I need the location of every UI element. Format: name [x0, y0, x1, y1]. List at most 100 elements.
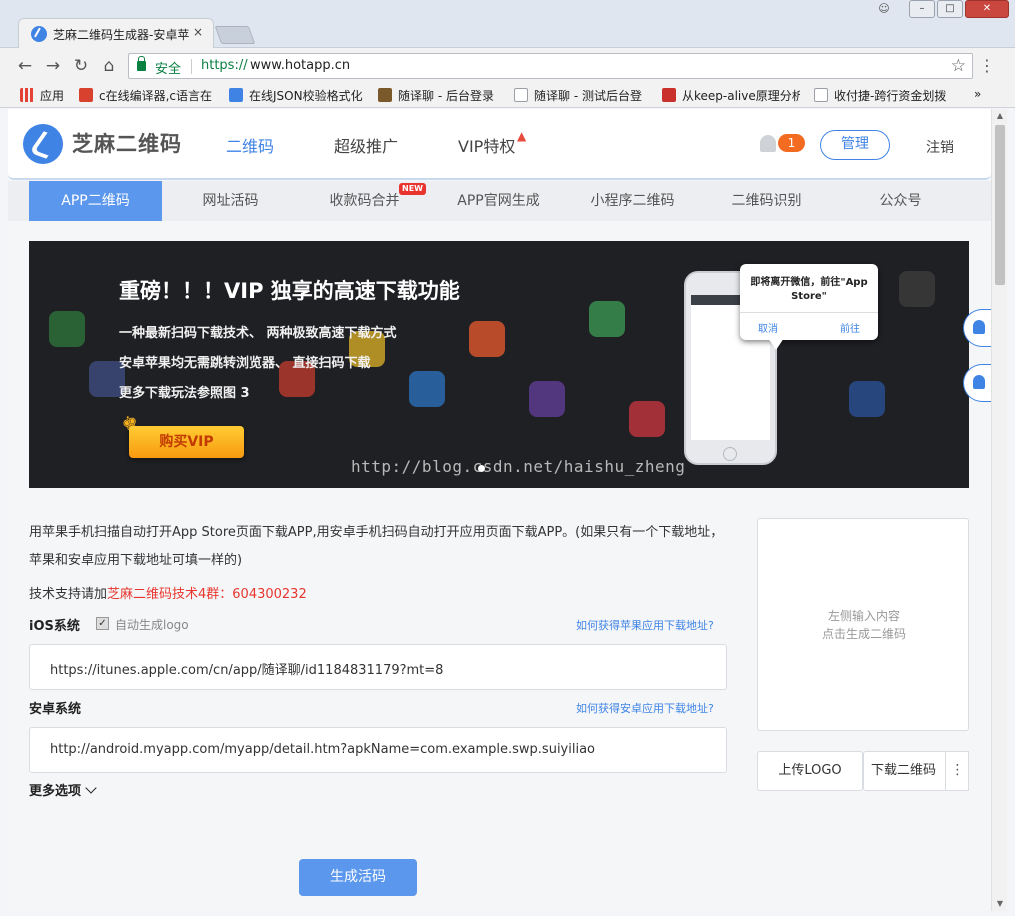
- nav-vip[interactable]: VIP特权: [458, 133, 515, 157]
- site-favicon-icon: [31, 26, 47, 42]
- chevron-down-icon: [85, 782, 97, 794]
- android-help-link[interactable]: 如何获得安卓应用下载地址?: [576, 700, 714, 716]
- android-url-input[interactable]: http://android.myapp.com/myapp/detail.ht…: [29, 727, 727, 773]
- carousel-dot[interactable]: [478, 465, 485, 472]
- dialog-confirm: 前往: [840, 324, 860, 335]
- headset-icon: [973, 320, 985, 334]
- logo-icon[interactable]: [23, 124, 63, 164]
- ios-help-link[interactable]: 如何获得苹果应用下载地址?: [576, 617, 714, 633]
- generate-code-button[interactable]: 生成活码: [299, 859, 417, 896]
- bookmark-label: 在线JSON校验格式化: [249, 89, 363, 103]
- dialog-cancel: 取消: [758, 324, 778, 335]
- new-tab-button[interactable]: [214, 26, 256, 44]
- bookmark-item[interactable]: 在线JSON校验格式化: [229, 87, 366, 105]
- tab-qr-recognize[interactable]: 二维码识别: [700, 181, 833, 221]
- url-scheme: https://: [201, 58, 248, 73]
- promo-banner[interactable]: 重磅！！！VIP 独享的高速下载功能 一种最新扫码下载技术、 两种极致高速下载方…: [29, 241, 969, 488]
- tab-title: 芝麻二维码生成器-安卓苹: [53, 28, 190, 42]
- dialog-tail: [768, 338, 784, 350]
- bookmark-favicon-icon: [229, 88, 243, 102]
- bookmark-label: 随译聊 - 后台登录: [398, 89, 494, 103]
- banner-line: 一种最新扫码下载技术、 两种极致高速下载方式: [119, 326, 397, 341]
- back-arrow-icon[interactable]: ←: [15, 56, 35, 76]
- nav-super-promo[interactable]: 超级推广: [334, 133, 398, 157]
- auto-logo-checkbox[interactable]: ✓: [96, 617, 109, 630]
- bookmarks-bar: 应用 c在线编译器,c语言在 在线JSON校验格式化 随译聊 - 后台登录 随译…: [0, 84, 1015, 108]
- apps-grid-icon: [20, 88, 34, 102]
- blog-watermark: http://blog.csdn.net/haishu_zheng: [351, 457, 686, 476]
- bookmark-favicon-icon: [79, 88, 93, 102]
- user-profile-icon[interactable]: ☺: [873, 2, 895, 18]
- android-label: 安卓系统: [29, 702, 82, 717]
- logout-link[interactable]: 注销: [926, 137, 954, 157]
- upload-logo-button[interactable]: 上传LOGO: [757, 751, 863, 791]
- home-button-icon: [723, 447, 737, 461]
- more-options-toggle[interactable]: 更多选项: [29, 780, 97, 799]
- support-group-link[interactable]: 芝麻二维码技术4群：604300232: [107, 587, 307, 602]
- ios-url-input[interactable]: https://itunes.apple.com/cn/app/随译聊/id11…: [29, 644, 727, 690]
- bookmark-star-icon[interactable]: ☆: [951, 56, 966, 76]
- forward-arrow-icon[interactable]: →: [43, 56, 63, 76]
- bookmark-label: 收付捷-跨行资金划拨: [834, 89, 947, 103]
- bookmark-label: 从keep-alive原理分析: [682, 89, 800, 103]
- buy-vip-button[interactable]: 购买VIP: [129, 426, 244, 458]
- browser-menu-icon[interactable]: ⋮: [979, 56, 995, 76]
- bookmark-item[interactable]: 随译聊 - 后台登录: [378, 87, 503, 105]
- app-tile-icon: [849, 381, 885, 417]
- omnibox-divider: [191, 59, 192, 74]
- browser-titlebar: 芝麻二维码生成器-安卓苹 × ☺ – □ ✕: [0, 0, 1015, 48]
- bookmark-item[interactable]: 随译聊 - 测试后台登: [514, 87, 650, 105]
- tab-app-website[interactable]: APP官网生成: [432, 181, 565, 221]
- tab-mini-program[interactable]: 小程序二维码: [566, 181, 699, 221]
- scrollbar-thumb[interactable]: [995, 125, 1005, 285]
- lock-icon: [137, 56, 146, 71]
- dialog-text: 即将离开微信，前往"App Store": [750, 277, 868, 302]
- close-window-icon[interactable]: ✕: [965, 0, 1009, 18]
- app-tile-icon: [589, 301, 625, 337]
- page-icon: [514, 88, 528, 102]
- logo-text[interactable]: 芝麻二维码: [72, 128, 182, 158]
- app-tile-icon: [469, 321, 505, 357]
- wechat-dialog: 即将离开微信，前往"App Store" 取消 前往: [740, 264, 878, 350]
- bookmark-item[interactable]: 应用: [20, 87, 72, 105]
- manage-button[interactable]: 管理: [820, 130, 890, 160]
- page-scrollbar[interactable]: ▲ ▼: [991, 109, 1007, 911]
- tab-official-account[interactable]: 公众号: [834, 181, 967, 221]
- qr-hint-line: 左侧输入内容: [827, 609, 900, 623]
- minimize-icon[interactable]: –: [909, 0, 935, 18]
- tab-close-icon[interactable]: ×: [193, 25, 203, 39]
- scroll-up-icon[interactable]: ▲: [992, 109, 1008, 123]
- new-badge: NEW: [399, 183, 426, 195]
- nav-qrcode[interactable]: 二维码: [226, 133, 274, 157]
- app-qr-description: 用苹果手机扫描自动打开App Store页面下载APP,用安卓手机扫码自动打开应…: [29, 525, 724, 568]
- bookmark-item[interactable]: 收付捷-跨行资金划拨: [814, 87, 954, 105]
- bookmark-item[interactable]: c在线编译器,c语言在: [79, 87, 216, 105]
- maximize-icon[interactable]: □: [937, 0, 963, 18]
- secure-label: 安全: [155, 62, 182, 77]
- site-header: 芝麻二维码 二维码 超级推广 VIP特权 ▲ 1 管理 注销: [8, 109, 991, 180]
- ios-label: iOS系统: [29, 619, 80, 634]
- android-url-value: http://android.myapp.com/myapp/detail.ht…: [50, 742, 596, 757]
- tab-url-dynamic[interactable]: 网址活码: [164, 181, 297, 221]
- scroll-down-icon[interactable]: ▼: [992, 897, 1008, 911]
- app-tile-icon: [49, 311, 85, 347]
- reload-icon[interactable]: ↻: [71, 56, 91, 76]
- banner-line: 更多下载玩法参照图 3: [119, 386, 250, 401]
- tab-app-qrcode[interactable]: APP二维码: [29, 181, 162, 221]
- qr-preview-box: 左侧输入内容 点击生成二维码: [757, 518, 969, 731]
- bookmark-item[interactable]: 从keep-alive原理分析: [662, 87, 800, 105]
- address-bar[interactable]: 安全 https:// www.hotapp.cn ☆: [128, 53, 973, 79]
- bell-icon[interactable]: [760, 135, 776, 152]
- bookmark-label: 随译聊 - 测试后台登: [534, 89, 642, 103]
- banner-title: 重磅！！！VIP 独享的高速下载功能: [119, 279, 460, 303]
- bookmarks-overflow-icon[interactable]: »: [974, 87, 988, 105]
- more-vertical-icon[interactable]: ⋮: [945, 751, 969, 791]
- banner-line: 安卓苹果均无需跳转浏览器、 直接扫码下载: [119, 356, 371, 371]
- notification-badge[interactable]: 1: [778, 134, 805, 152]
- bell-float-icon: [973, 375, 985, 389]
- window-controls: – □ ✕: [909, 0, 1009, 18]
- home-icon[interactable]: ⌂: [99, 56, 119, 76]
- dialog-divider: [740, 312, 878, 313]
- browser-tab[interactable]: 芝麻二维码生成器-安卓苹 ×: [18, 18, 214, 48]
- auto-logo-label[interactable]: 自动生成logo: [115, 616, 189, 633]
